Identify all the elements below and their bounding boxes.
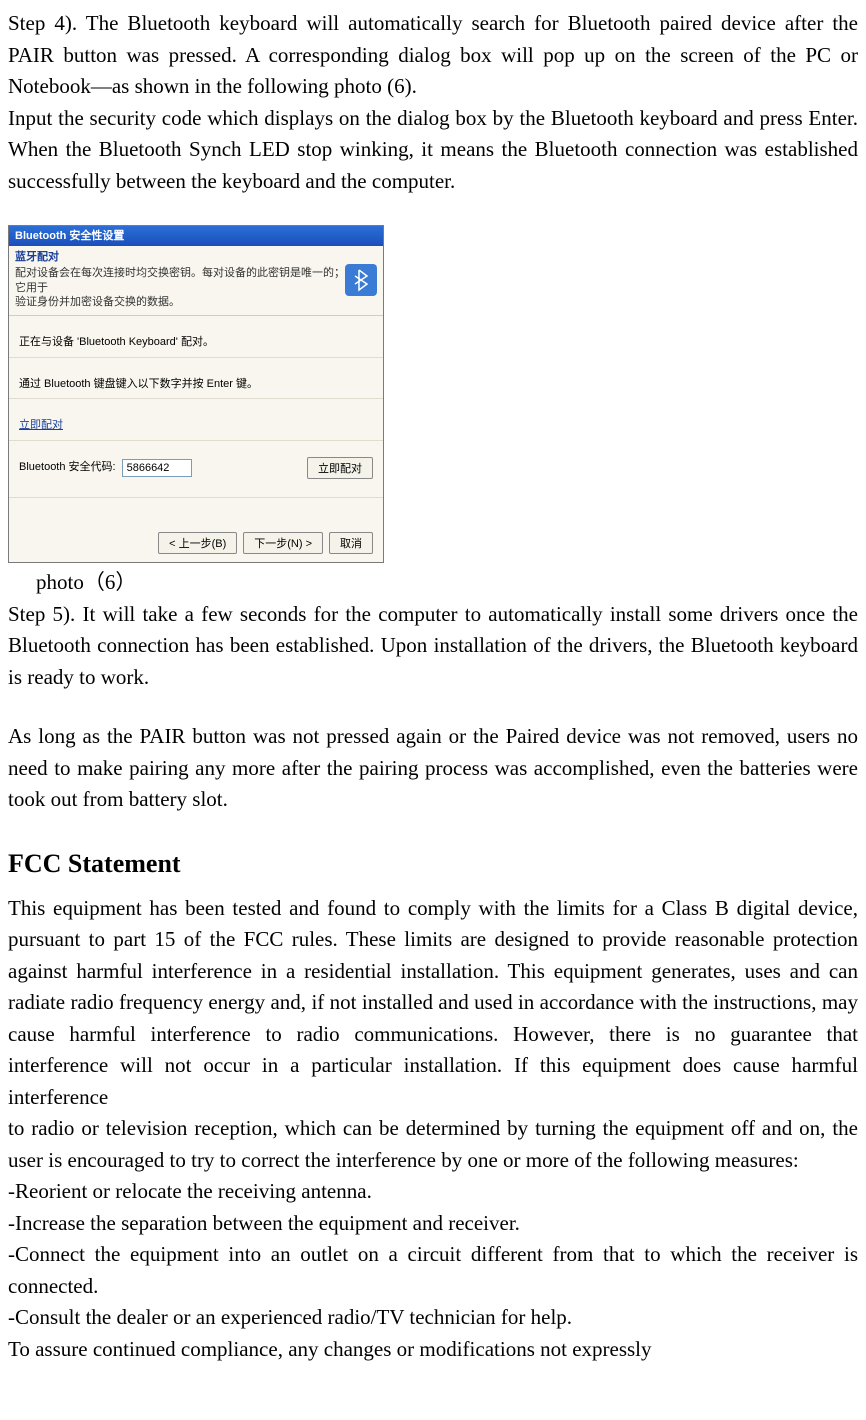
fcc-measure4: -Consult the dealer or an experienced ra… [8,1302,858,1334]
bluetooth-security-dialog: Bluetooth 安全性设置 蓝牙配对 配对设备会在每次连接时均交换密钥。每对… [8,225,384,563]
code-label: Bluetooth 安全代码: [19,459,116,476]
next-button[interactable]: 下一步(N) > [243,532,323,554]
dialog-header: 蓝牙配对 配对设备会在每次连接时均交换密钥。每对设备的此密钥是唯一的；它用于 验… [9,246,383,316]
step4-para1: Step 4). The Bluetooth keyboard will aut… [8,8,858,103]
dialog-header-desc1: 配对设备会在每次连接时均交换密钥。每对设备的此密钥是唯一的；它用于 [15,266,345,295]
fcc-measure1: -Reorient or relocate the receiving ante… [8,1176,858,1208]
fcc-measure2: -Increase the separation between the equ… [8,1208,858,1240]
fcc-para1: This equipment has been tested and found… [8,893,858,1114]
pair-button[interactable]: 立即配对 [307,457,373,479]
security-code-row: Bluetooth 安全代码: 立即配对 [9,441,383,498]
fcc-para2: to radio or television reception, which … [8,1113,858,1176]
fcc-heading: FCC Statement [8,844,858,883]
fcc-measure3: -Connect the equipment into an outlet on… [8,1239,858,1302]
dialog-content: 正在与设备 'Bluetooth Keyboard' 配对。 通过 Blueto… [9,316,383,498]
fcc-para3: To assure continued compliance, any chan… [8,1334,858,1366]
instruction-row: 通过 Bluetooth 键盘键入以下数字并按 Enter 键。 [9,358,383,400]
dialog-header-desc2: 验证身份并加密设备交换的数据。 [15,295,345,309]
bluetooth-icon [345,264,377,296]
step5-para2: As long as the PAIR button was not press… [8,721,858,816]
back-button[interactable]: < 上一步(B) [158,532,237,554]
cancel-button[interactable]: 取消 [329,532,373,554]
pair-now-link[interactable]: 立即配对 [19,419,63,431]
pair-now-link-row: 立即配对 [9,399,383,441]
pairing-status-row: 正在与设备 'Bluetooth Keyboard' 配对。 [9,316,383,358]
dialog-header-title: 蓝牙配对 [15,250,345,264]
step5-para1: Step 5). It will take a few seconds for … [8,599,858,694]
dialog-footer-buttons: < 上一步(B) 下一步(N) > 取消 [158,532,373,554]
dialog-header-text: 蓝牙配对 配对设备会在每次连接时均交换密钥。每对设备的此密钥是唯一的；它用于 验… [15,250,345,309]
dialog-titlebar: Bluetooth 安全性设置 [9,226,383,246]
step4-para2: Input the security code which displays o… [8,103,858,198]
photo-caption: photo（6） [36,567,858,599]
security-code-input[interactable] [122,459,192,477]
